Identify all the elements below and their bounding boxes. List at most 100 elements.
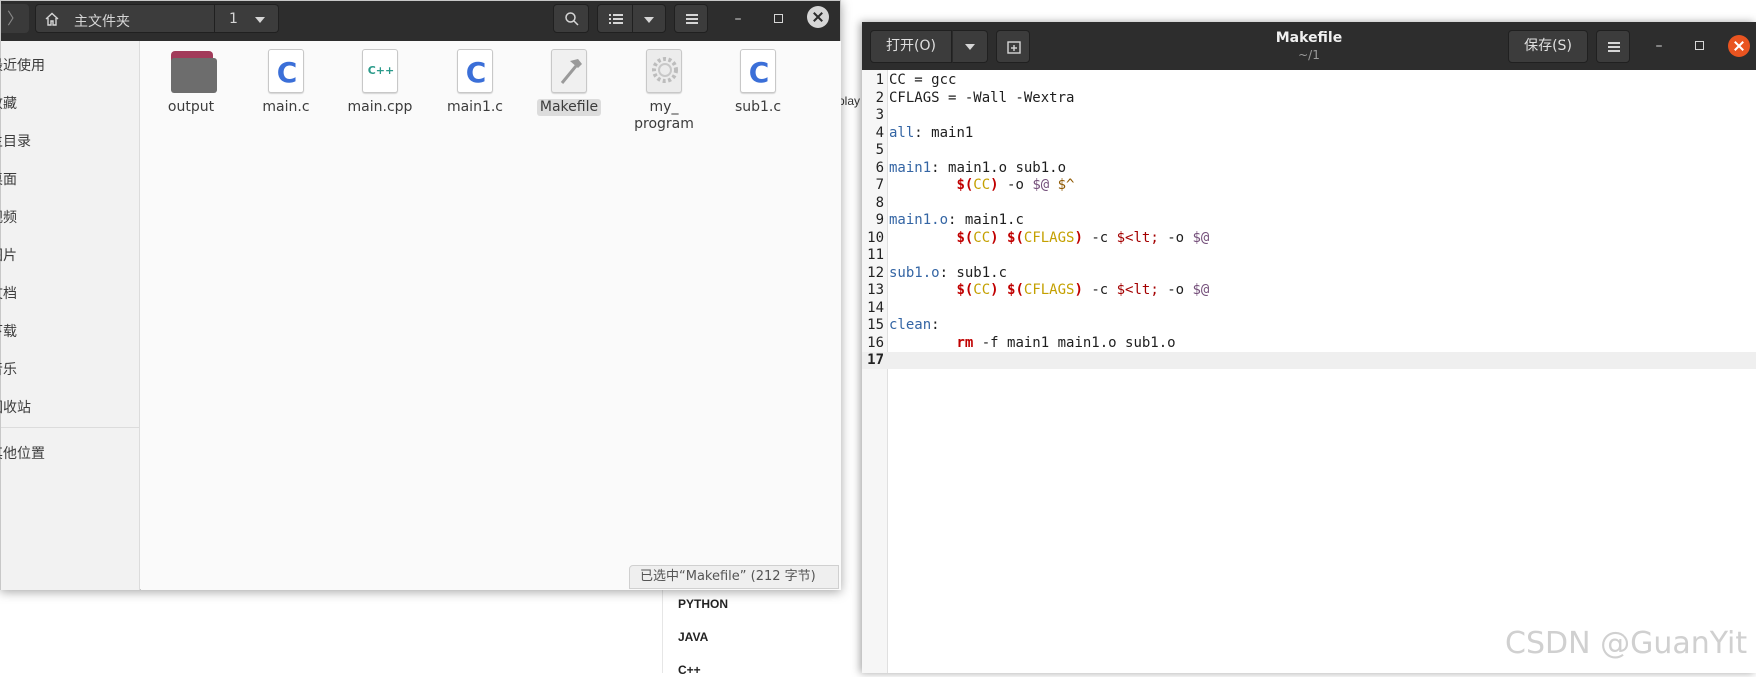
editor-headerbar: 打开(O) Makefile ~/1 保存(S) – bbox=[862, 22, 1756, 70]
current-code-line[interactable]: 17 bbox=[862, 352, 1756, 369]
minimize-button[interactable]: – bbox=[1647, 34, 1671, 58]
file-manager-window: 〉 主文件夹 1 – 近使用 藏 目录 面 频 片 档 载 乐 收站 他位置 o… bbox=[0, 0, 841, 590]
line-number: 2 bbox=[875, 89, 884, 106]
file-name: main.cpp bbox=[347, 99, 413, 115]
code-line[interactable]: 11 bbox=[862, 247, 1756, 264]
list-view-icon bbox=[609, 14, 623, 24]
hamburger-icon-bar bbox=[686, 18, 698, 20]
file-item-main-cpp[interactable]: C++ main.cpp bbox=[340, 49, 420, 116]
code-line[interactable]: 1 CC = gcc bbox=[862, 72, 1756, 89]
path-bar-home[interactable]: 主文件夹 bbox=[35, 4, 215, 33]
code-line[interactable]: 3 bbox=[862, 107, 1756, 124]
chevron-right-icon: 〉 bbox=[6, 9, 23, 28]
line-number: 9 bbox=[875, 212, 884, 228]
line-number: 13 bbox=[867, 282, 884, 298]
file-item-main1-c[interactable]: C main1.c bbox=[435, 49, 515, 116]
sidebar-item-home[interactable]: 主目录 bbox=[0, 131, 31, 151]
code-line[interactable]: 16 rm -f main1 main1.o sub1.o bbox=[862, 335, 1756, 352]
document-shape: C++ bbox=[362, 49, 398, 93]
close-button[interactable] bbox=[807, 6, 829, 28]
document-shape: C bbox=[268, 49, 304, 93]
file-item-sub1-c[interactable]: C sub1.c bbox=[718, 49, 798, 116]
code-line[interactable]: 13 $(CC) $(CFLAGS) -c $<lt; -o $@ bbox=[862, 282, 1756, 299]
code-line[interactable]: 14 bbox=[862, 300, 1756, 317]
text-editor-window: 打开(O) Makefile ~/1 保存(S) – 1 CC = gcc 2 CFL… bbox=[862, 22, 1756, 673]
maximize-button[interactable] bbox=[1687, 34, 1711, 58]
file-item-main-c[interactable]: C main.c bbox=[246, 49, 326, 116]
code-text: main1: main1.o sub1.o bbox=[889, 159, 1067, 176]
sidebar-item-trash[interactable]: 回收站 bbox=[0, 397, 31, 417]
code-line[interactable]: 4 all: main1 bbox=[862, 125, 1756, 142]
code-line[interactable]: 8 bbox=[862, 195, 1756, 212]
code-line[interactable]: 15 clean: bbox=[862, 317, 1756, 334]
file-type-glyph: C bbox=[748, 56, 770, 89]
sidebar-item-videos[interactable]: 视频 bbox=[0, 207, 17, 227]
chevron-down-icon bbox=[644, 17, 654, 23]
file-name: main.c bbox=[262, 99, 310, 115]
line-number: 14 bbox=[867, 299, 884, 316]
code-line[interactable]: 6 main1: main1.o sub1.o bbox=[862, 160, 1756, 177]
file-type-glyph: C bbox=[465, 56, 487, 89]
sidebar-item-downloads[interactable]: 下载 bbox=[0, 321, 17, 341]
close-button[interactable] bbox=[1728, 35, 1750, 57]
maximize-icon bbox=[1694, 41, 1704, 50]
maximize-icon bbox=[773, 14, 783, 23]
sidebar-item-desktop[interactable]: 桌面 bbox=[0, 169, 17, 189]
save-button[interactable]: 保存(S) bbox=[1508, 30, 1588, 63]
file-type-glyph: C bbox=[276, 56, 298, 89]
sidebar-item-starred[interactable]: 收藏 bbox=[0, 93, 17, 113]
code-editor[interactable]: 1 CC = gcc 2 CFLAGS = -Wall -Wextra 3 4 all: m… bbox=[862, 70, 1756, 673]
code-text: $(CC) -o $@ $^ bbox=[956, 177, 1075, 193]
sidebar-item-documents[interactable]: 文档 bbox=[0, 283, 17, 303]
code-line[interactable]: 10 $(CC) $(CFLAGS) -c $<lt; -o $@ bbox=[862, 230, 1756, 247]
background-link-python[interactable]: PYTHON bbox=[678, 597, 728, 611]
chevron-down-icon bbox=[255, 17, 265, 23]
view-options-button[interactable] bbox=[632, 4, 666, 33]
selection-status: 已选中“Makefile” (212 字节) bbox=[629, 565, 839, 589]
code-text: all: main1 bbox=[889, 124, 974, 141]
sidebar-item-other-locations[interactable]: 其他位置 bbox=[0, 443, 45, 463]
places-sidebar: 最近使用 收藏 主目录 桌面 视频 图片 文档 下载 音乐 回收站 其他位置 bbox=[0, 41, 140, 590]
path-bar-segment[interactable]: 1 bbox=[215, 4, 279, 33]
menu-button[interactable] bbox=[1596, 30, 1630, 63]
line-number: 10 bbox=[867, 229, 884, 246]
line-number: 6 bbox=[875, 159, 884, 176]
code-text: CC = gcc bbox=[889, 72, 957, 88]
line-number: 8 bbox=[875, 194, 884, 211]
line-number: 7 bbox=[875, 177, 884, 193]
line-number: 4 bbox=[875, 124, 884, 141]
path-segment-label: 1 bbox=[229, 11, 238, 27]
file-item-my-program[interactable]: my_ program bbox=[624, 49, 704, 133]
code-line[interactable]: 12 sub1.o: sub1.c bbox=[862, 265, 1756, 282]
line-number: 3 bbox=[875, 107, 884, 123]
view-mode-button[interactable] bbox=[597, 4, 633, 33]
forward-button[interactable]: 〉 bbox=[1, 4, 29, 33]
maximize-button[interactable] bbox=[766, 7, 790, 31]
gear-icon bbox=[652, 57, 678, 83]
path-home-label: 主文件夹 bbox=[74, 14, 130, 30]
sidebar-item-music[interactable]: 音乐 bbox=[0, 359, 17, 379]
sidebar-divider bbox=[1, 427, 140, 428]
c-source-icon: C bbox=[738, 49, 778, 95]
cpp-source-icon: C++ bbox=[360, 49, 400, 95]
code-line[interactable]: 9 main1.o: main1.c bbox=[862, 212, 1756, 229]
background-link-cpp[interactable]: C++ bbox=[678, 663, 701, 677]
search-button[interactable] bbox=[553, 4, 589, 33]
file-item-output[interactable]: output bbox=[151, 49, 231, 116]
line-number: 5 bbox=[875, 142, 884, 158]
executable-icon bbox=[644, 49, 684, 95]
file-item-makefile[interactable]: Makefile bbox=[529, 49, 609, 116]
watermark: CSDN @GuanYit bbox=[1505, 626, 1748, 661]
background-link-java[interactable]: JAVA bbox=[678, 630, 708, 644]
code-line[interactable]: 5 bbox=[862, 142, 1756, 159]
file-name: my_ program bbox=[634, 99, 694, 132]
minimize-button[interactable]: – bbox=[726, 7, 750, 31]
document-shape: C bbox=[457, 49, 493, 93]
file-grid: output C main.c C++ main.cpp C main1.c M… bbox=[141, 41, 841, 590]
sidebar-item-recent[interactable]: 最近使用 bbox=[0, 55, 45, 75]
menu-button[interactable] bbox=[674, 4, 708, 33]
document-shape bbox=[551, 49, 587, 93]
code-line[interactable]: 2 CFLAGS = -Wall -Wextra bbox=[862, 90, 1756, 107]
sidebar-item-pictures[interactable]: 图片 bbox=[0, 245, 17, 265]
code-line[interactable]: 7 $(CC) -o $@ $^ bbox=[862, 177, 1756, 194]
